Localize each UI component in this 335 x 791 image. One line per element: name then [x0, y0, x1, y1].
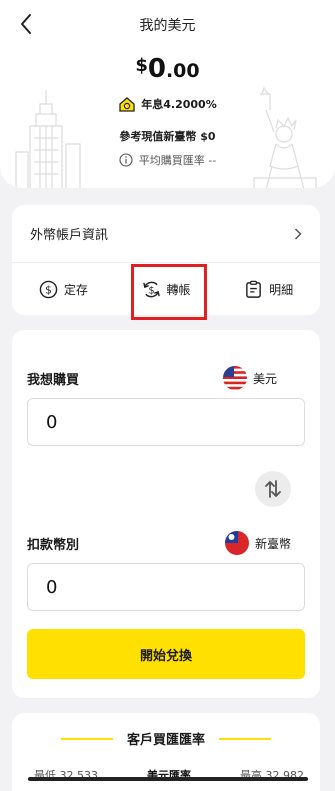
transfer-highlight-box	[131, 264, 207, 320]
buy-currency-selector[interactable]: 美元	[222, 366, 305, 390]
start-exchange-button[interactable]: 開始兌換	[27, 629, 305, 679]
home-indicator	[28, 777, 308, 781]
page-title: 我的美元	[139, 18, 196, 34]
info-icon[interactable]	[119, 153, 133, 167]
statement-button[interactable]: 明細	[217, 280, 320, 299]
exchange-card: 我想購買 美元 0 扣款幣別 新臺幣 0 開始兌換	[12, 330, 320, 698]
swap-button[interactable]	[255, 471, 291, 507]
chevron-right-icon	[294, 227, 302, 240]
rates-title: 客戶買匯匯率	[12, 729, 320, 748]
buy-label: 我想購買	[27, 372, 80, 388]
coin-house-icon	[119, 97, 135, 112]
skyscraper-illustration	[15, 90, 81, 188]
header-panel: 我的美元 $0.00 年息4.2000% 參考現值新臺幣 $0 平均購買匯率 -…	[0, 0, 335, 188]
debit-label: 扣款幣別	[27, 537, 80, 553]
debit-amount-input[interactable]: 0	[27, 563, 305, 611]
debit-currency-selector[interactable]: 新臺幣	[224, 531, 305, 555]
buy-amount-input[interactable]: 0	[27, 398, 305, 446]
us-flag-icon	[222, 366, 247, 390]
statue-of-liberty-illustration	[253, 86, 317, 188]
account-card: 外幣帳戶資訊 $ 定存 $ 轉帳 明細	[12, 205, 320, 320]
foreign-account-info-label: 外幣帳戶資訊	[30, 228, 109, 243]
statement-icon	[246, 280, 262, 298]
title-rule-right	[219, 737, 271, 740]
swap-arrows-icon	[265, 480, 281, 498]
time-deposit-button[interactable]: $ 定存	[12, 280, 115, 299]
balance-amount: $0.00	[135, 54, 200, 84]
dollar-circle-icon: $	[39, 280, 58, 298]
buy-header: 我想購買 美元	[27, 365, 305, 391]
foreign-account-info-row[interactable]: 外幣帳戶資訊	[12, 205, 320, 263]
debit-header: 扣款幣別 新臺幣	[27, 530, 305, 556]
tw-flag-icon	[224, 531, 249, 555]
svg-text:$: $	[45, 284, 52, 296]
title-rule-left	[60, 737, 113, 740]
